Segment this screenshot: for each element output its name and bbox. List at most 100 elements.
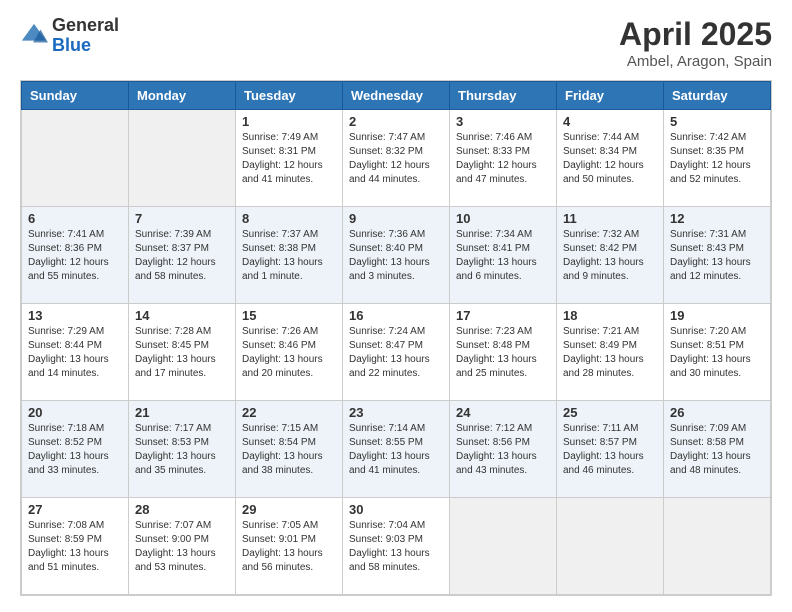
day-info: Sunrise: 7:39 AMSunset: 8:37 PMDaylight:…	[135, 228, 229, 284]
day-number: 22	[242, 405, 336, 420]
calendar-table: Sunday Monday Tuesday Wednesday Thursday…	[21, 81, 771, 595]
day-info: Sunrise: 7:31 AMSunset: 8:43 PMDaylight:…	[670, 228, 764, 284]
logo: General Blue	[20, 16, 119, 56]
table-row	[129, 110, 236, 207]
day-info: Sunrise: 7:46 AMSunset: 8:33 PMDaylight:…	[456, 131, 550, 187]
day-number: 7	[135, 211, 229, 226]
day-number: 4	[563, 114, 657, 129]
day-info: Sunrise: 7:36 AMSunset: 8:40 PMDaylight:…	[349, 228, 443, 284]
table-row: 14 Sunrise: 7:28 AMSunset: 8:45 PMDayligh…	[129, 304, 236, 401]
calendar-week-row: 13Sunrise: 7:29 AMSunset: 8:44 PMDayligh…	[22, 304, 771, 401]
table-row: 25Sunrise: 7:11 AMSunset: 8:57 PMDayligh…	[557, 401, 664, 498]
day-info: Sunrise: 7:18 AMSunset: 8:52 PMDaylight:…	[28, 422, 122, 478]
day-info: Sunrise: 7:37 AMSunset: 8:38 PMDaylight:…	[242, 228, 336, 284]
col-monday: Monday	[129, 82, 236, 110]
col-wednesday: Wednesday	[343, 82, 450, 110]
day-info: Sunrise: 7:42 AMSunset: 8:35 PMDaylight:…	[670, 131, 764, 187]
table-row: 23 Sunrise: 7:14 AMSunset: 8:55 PMDayligh…	[343, 401, 450, 498]
day-number: 12	[670, 211, 764, 226]
day-info: Sunrise: 7:49 AMSunset: 8:31 PMDaylight:…	[242, 131, 336, 187]
day-info: Sunrise: 7:07 AMSunset: 9:00 PMDaylight:…	[135, 519, 229, 575]
table-row: 1 Sunrise: 7:49 AMSunset: 8:31 PMDaylight…	[236, 110, 343, 207]
day-number: 30	[349, 502, 443, 517]
day-info: Sunrise: 7:04 AMSunset: 9:03 PMDaylight:…	[349, 519, 443, 575]
table-row: 30 Sunrise: 7:04 AMSunset: 9:03 PMDayligh…	[343, 498, 450, 595]
calendar-week-row: 6 Sunrise: 7:41 AMSunset: 8:36 PMDaylight…	[22, 207, 771, 304]
day-number: 24	[456, 405, 550, 420]
day-info: Sunrise: 7:29 AMSunset: 8:44 PMDaylight:…	[28, 325, 122, 381]
col-sunday: Sunday	[22, 82, 129, 110]
calendar-header: Sunday Monday Tuesday Wednesday Thursday…	[22, 82, 771, 110]
day-number: 28	[135, 502, 229, 517]
day-info: Sunrise: 7:24 AMSunset: 8:47 PMDaylight:…	[349, 325, 443, 381]
calendar-week-row: 20 Sunrise: 7:18 AMSunset: 8:52 PMDayligh…	[22, 401, 771, 498]
day-number: 16	[349, 308, 443, 323]
title-block: April 2025 Ambel, Aragon, Spain	[619, 16, 772, 70]
day-info: Sunrise: 7:12 AMSunset: 8:56 PMDaylight:…	[456, 422, 550, 478]
table-row	[664, 498, 771, 595]
table-row: 3Sunrise: 7:46 AMSunset: 8:33 PMDaylight…	[450, 110, 557, 207]
day-number: 10	[456, 211, 550, 226]
day-number: 26	[670, 405, 764, 420]
table-row: 8Sunrise: 7:37 AMSunset: 8:38 PMDaylight…	[236, 207, 343, 304]
day-number: 15	[242, 308, 336, 323]
day-number: 18	[563, 308, 657, 323]
day-info: Sunrise: 7:09 AMSunset: 8:58 PMDaylight:…	[670, 422, 764, 478]
table-row: 17 Sunrise: 7:23 AMSunset: 8:48 PMDayligh…	[450, 304, 557, 401]
day-number: 19	[670, 308, 764, 323]
main-title: April 2025	[619, 16, 772, 53]
day-info: Sunrise: 7:28 AMSunset: 8:45 PMDaylight:…	[135, 325, 229, 381]
table-row: 15 Sunrise: 7:26 AMSunset: 8:46 PMDayligh…	[236, 304, 343, 401]
table-row	[450, 498, 557, 595]
day-number: 17	[456, 308, 550, 323]
table-row: 22 Sunrise: 7:15 AMSunset: 8:54 PMDayligh…	[236, 401, 343, 498]
day-number: 6	[28, 211, 122, 226]
day-info: Sunrise: 7:15 AMSunset: 8:54 PMDaylight:…	[242, 422, 336, 478]
col-thursday: Thursday	[450, 82, 557, 110]
day-info: Sunrise: 7:21 AMSunset: 8:49 PMDaylight:…	[563, 325, 657, 381]
day-info: Sunrise: 7:34 AMSunset: 8:41 PMDaylight:…	[456, 228, 550, 284]
logo-blue-text: Blue	[52, 36, 119, 56]
calendar-week-row: 1 Sunrise: 7:49 AMSunset: 8:31 PMDaylight…	[22, 110, 771, 207]
logo-general-text: General	[52, 16, 119, 36]
table-row: 24 Sunrise: 7:12 AMSunset: 8:56 PMDayligh…	[450, 401, 557, 498]
day-info: Sunrise: 7:23 AMSunset: 8:48 PMDaylight:…	[456, 325, 550, 381]
header: General Blue April 2025 Ambel, Aragon, S…	[20, 16, 772, 70]
day-number: 25	[563, 405, 657, 420]
col-tuesday: Tuesday	[236, 82, 343, 110]
day-number: 21	[135, 405, 229, 420]
subtitle: Ambel, Aragon, Spain	[619, 53, 772, 70]
col-friday: Friday	[557, 82, 664, 110]
day-number: 23	[349, 405, 443, 420]
calendar-week-row: 27Sunrise: 7:08 AMSunset: 8:59 PMDayligh…	[22, 498, 771, 595]
table-row: 6 Sunrise: 7:41 AMSunset: 8:36 PMDaylight…	[22, 207, 129, 304]
table-row: 9Sunrise: 7:36 AMSunset: 8:40 PMDaylight…	[343, 207, 450, 304]
day-info: Sunrise: 7:14 AMSunset: 8:55 PMDaylight:…	[349, 422, 443, 478]
day-info: Sunrise: 7:20 AMSunset: 8:51 PMDaylight:…	[670, 325, 764, 381]
table-row: 5Sunrise: 7:42 AMSunset: 8:35 PMDaylight…	[664, 110, 771, 207]
table-row: 29Sunrise: 7:05 AMSunset: 9:01 PMDayligh…	[236, 498, 343, 595]
page: General Blue April 2025 Ambel, Aragon, S…	[0, 0, 792, 612]
day-number: 14	[135, 308, 229, 323]
table-row: 16 Sunrise: 7:24 AMSunset: 8:47 PMDayligh…	[343, 304, 450, 401]
logo-text: General Blue	[52, 16, 119, 56]
day-number: 20	[28, 405, 122, 420]
table-row: 26 Sunrise: 7:09 AMSunset: 8:58 PMDayligh…	[664, 401, 771, 498]
table-row: 21Sunrise: 7:17 AMSunset: 8:53 PMDayligh…	[129, 401, 236, 498]
table-row: 11Sunrise: 7:32 AMSunset: 8:42 PMDayligh…	[557, 207, 664, 304]
calendar: Sunday Monday Tuesday Wednesday Thursday…	[20, 80, 772, 596]
day-number: 2	[349, 114, 443, 129]
day-info: Sunrise: 7:26 AMSunset: 8:46 PMDaylight:…	[242, 325, 336, 381]
day-info: Sunrise: 7:41 AMSunset: 8:36 PMDaylight:…	[28, 228, 122, 284]
table-row: 7 Sunrise: 7:39 AMSunset: 8:37 PMDaylight…	[129, 207, 236, 304]
table-row: 13Sunrise: 7:29 AMSunset: 8:44 PMDayligh…	[22, 304, 129, 401]
table-row	[557, 498, 664, 595]
day-number: 1	[242, 114, 336, 129]
table-row: 18 Sunrise: 7:21 AMSunset: 8:49 PMDayligh…	[557, 304, 664, 401]
table-row: 28 Sunrise: 7:07 AMSunset: 9:00 PMDayligh…	[129, 498, 236, 595]
table-row: 27Sunrise: 7:08 AMSunset: 8:59 PMDayligh…	[22, 498, 129, 595]
calendar-body: 1 Sunrise: 7:49 AMSunset: 8:31 PMDaylight…	[22, 110, 771, 595]
day-info: Sunrise: 7:44 AMSunset: 8:34 PMDaylight:…	[563, 131, 657, 187]
day-number: 27	[28, 502, 122, 517]
weekday-header-row: Sunday Monday Tuesday Wednesday Thursday…	[22, 82, 771, 110]
